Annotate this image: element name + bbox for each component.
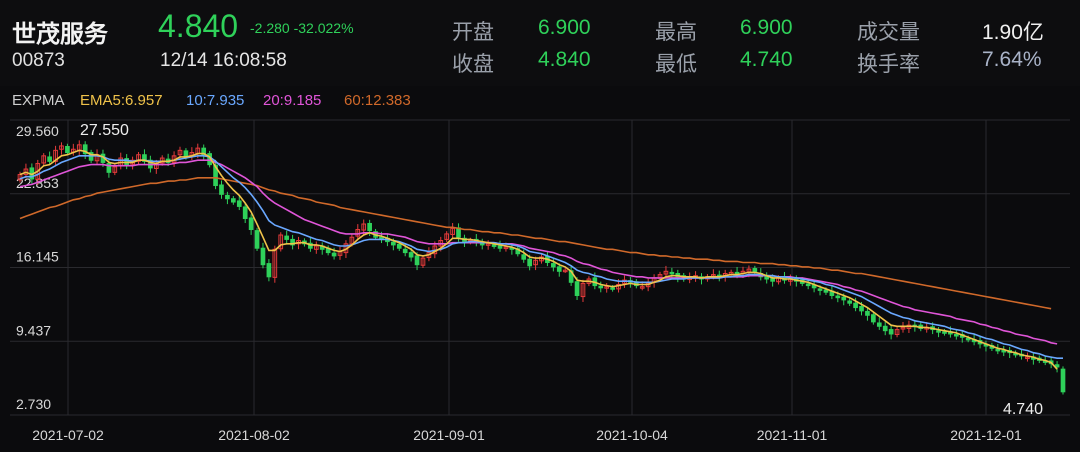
stock-code: 00873 [12, 50, 65, 71]
candle-body [574, 281, 580, 296]
candle-body [414, 255, 420, 266]
candle-body [942, 331, 947, 334]
candle-body [882, 325, 888, 332]
candle-body [284, 235, 290, 240]
candle-body [219, 184, 224, 195]
candle-body [823, 289, 829, 293]
candle-body [225, 194, 230, 200]
candle-body [266, 263, 272, 278]
x-tick-label: 2021-09-01 [413, 427, 485, 443]
candle-body [396, 243, 402, 249]
x-tick-label: 2021-07-02 [32, 427, 104, 443]
candle-body [408, 252, 414, 258]
candle-body [610, 287, 615, 290]
volume-label: 成交量 [857, 21, 920, 44]
candle-body [479, 242, 485, 246]
candle-body [764, 276, 770, 280]
candle-body [367, 222, 372, 232]
legend-ema10: 10:7.935 [186, 92, 245, 109]
indicator-name[interactable]: EXPMA [12, 92, 65, 109]
x-tick-label: 2021-08-02 [218, 427, 290, 443]
y-tick-label: 2.730 [16, 396, 51, 412]
legend-ema20: 20:9.185 [263, 92, 322, 109]
turnover-value: 7.64% [982, 48, 1042, 71]
candle-body [254, 230, 260, 249]
candle-body [402, 248, 408, 254]
candle-body [847, 300, 852, 304]
candle-body [248, 217, 254, 231]
candle-body [391, 241, 396, 246]
candle-body [888, 329, 894, 335]
y-tick-label: 29.560 [16, 123, 59, 139]
candle-body [669, 271, 675, 275]
quote-header: 世茂服务 00873 4.840 -2.280 -32.022% 12/14 1… [0, 0, 1080, 86]
candle-body [841, 296, 847, 301]
y-tick-label: 9.437 [16, 322, 51, 338]
open-label: 开盘 [452, 21, 494, 44]
candle-body [871, 314, 876, 323]
max-price-annotation: 27.550 [80, 122, 129, 139]
candle-body [598, 285, 604, 289]
candle-body [1060, 368, 1066, 393]
candle-body [936, 330, 941, 333]
candle-body [242, 206, 248, 220]
candlestick-chart[interactable]: 29.56022.85316.1459.4372.7302021-07-02 20… [0, 114, 1080, 452]
legend-ema5: EMA5:6.957 [80, 92, 163, 109]
candle-body [497, 245, 503, 249]
candle-body [521, 254, 527, 260]
indicator-legend: EXPMA EMA5:6.957 10:7.935 20:9.185 60:12… [0, 86, 1080, 114]
candle-body [805, 283, 811, 287]
low-value: 4.740 [740, 48, 793, 71]
candle-body [859, 305, 864, 312]
candle-body [995, 348, 1001, 352]
legend-ema60: 60:12.383 [344, 92, 411, 109]
high-value: 6.900 [740, 16, 793, 39]
turnover-label: 换手率 [857, 53, 920, 76]
candle-body [260, 247, 266, 266]
change-amount: -2.280 [250, 20, 290, 36]
candle-body [65, 145, 70, 154]
candle-body [236, 200, 242, 207]
price-change: -2.280 -32.022% [250, 20, 354, 36]
candle-body [865, 310, 870, 316]
candle-body [331, 252, 337, 257]
last-price: 4.840 [158, 8, 239, 44]
quote-datetime: 12/14 16:08:58 [160, 50, 287, 71]
candle-body [527, 258, 532, 267]
volume-value: 1.90亿 [982, 21, 1044, 44]
low-label: 最低 [655, 53, 697, 76]
min-price-annotation: 4.740 [1003, 401, 1043, 418]
close-label: 收盘 [452, 53, 494, 76]
open-value: 6.900 [538, 16, 591, 39]
candle-body [231, 198, 236, 203]
high-label: 最高 [655, 21, 697, 44]
x-tick-label: 2021-12-01 [950, 427, 1022, 443]
stock-name: 世茂服务 [12, 21, 108, 48]
candle-body [853, 302, 858, 309]
close-value: 4.840 [538, 48, 591, 71]
change-percent: -32.022% [293, 20, 354, 36]
x-tick-label: 2021-11-01 [757, 427, 828, 443]
ema5-line [19, 149, 1058, 370]
candle-body [876, 322, 882, 327]
candle-body [551, 263, 556, 268]
candle-body [817, 288, 823, 291]
x-tick-label: 2021-10-04 [596, 427, 668, 443]
candle-body [556, 266, 562, 272]
candle-body [47, 156, 52, 162]
y-tick-label: 16.145 [16, 249, 59, 265]
candle-body [835, 295, 841, 299]
candle-body [491, 244, 497, 247]
candle-body [953, 334, 959, 337]
ema60-line [19, 176, 1052, 310]
